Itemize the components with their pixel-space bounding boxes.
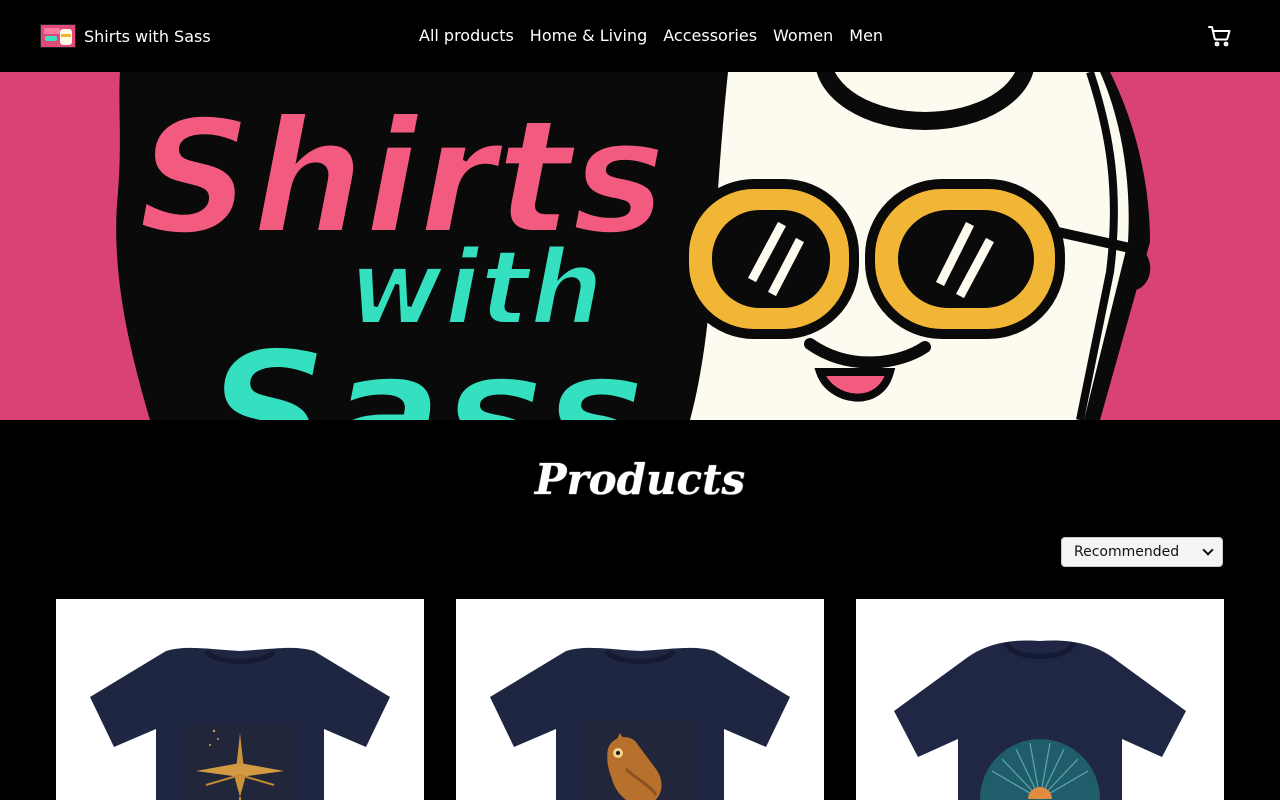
main-nav: All products Home & Living Accessories W… bbox=[419, 24, 883, 48]
nav-accessories[interactable]: Accessories bbox=[663, 24, 757, 48]
brand-home-link[interactable]: Shirts with Sass bbox=[40, 24, 211, 48]
top-nav-bar: Shirts with Sass All products Home & Liv… bbox=[0, 0, 1280, 72]
product-card[interactable] bbox=[856, 599, 1224, 800]
nav-men[interactable]: Men bbox=[849, 24, 883, 48]
sort-select[interactable]: Recommended bbox=[1061, 537, 1223, 567]
hero-banner-art: Shirts with Sass bbox=[0, 72, 1280, 420]
products-heading: Products bbox=[534, 455, 746, 504]
cart-icon[interactable] bbox=[1208, 24, 1232, 48]
nav-women[interactable]: Women bbox=[773, 24, 833, 48]
brand-name: Shirts with Sass bbox=[84, 26, 211, 46]
nav-all-products[interactable]: All products bbox=[419, 24, 514, 48]
product-image-compass-tshirt[interactable] bbox=[56, 599, 424, 800]
product-card[interactable] bbox=[56, 599, 424, 800]
nav-home-living[interactable]: Home & Living bbox=[530, 24, 647, 48]
chevron-down-icon bbox=[1202, 544, 1214, 556]
hero-banner: Shirts with Sass bbox=[0, 72, 1280, 420]
product-image-owl-tshirt[interactable] bbox=[456, 599, 824, 800]
sort-selected-value: Recommended bbox=[1074, 544, 1180, 560]
product-card[interactable] bbox=[456, 599, 824, 800]
brand-logo bbox=[40, 24, 76, 48]
hero-text-sass: Sass bbox=[206, 315, 646, 420]
product-image-sunrise-tshirt[interactable] bbox=[856, 599, 1224, 800]
